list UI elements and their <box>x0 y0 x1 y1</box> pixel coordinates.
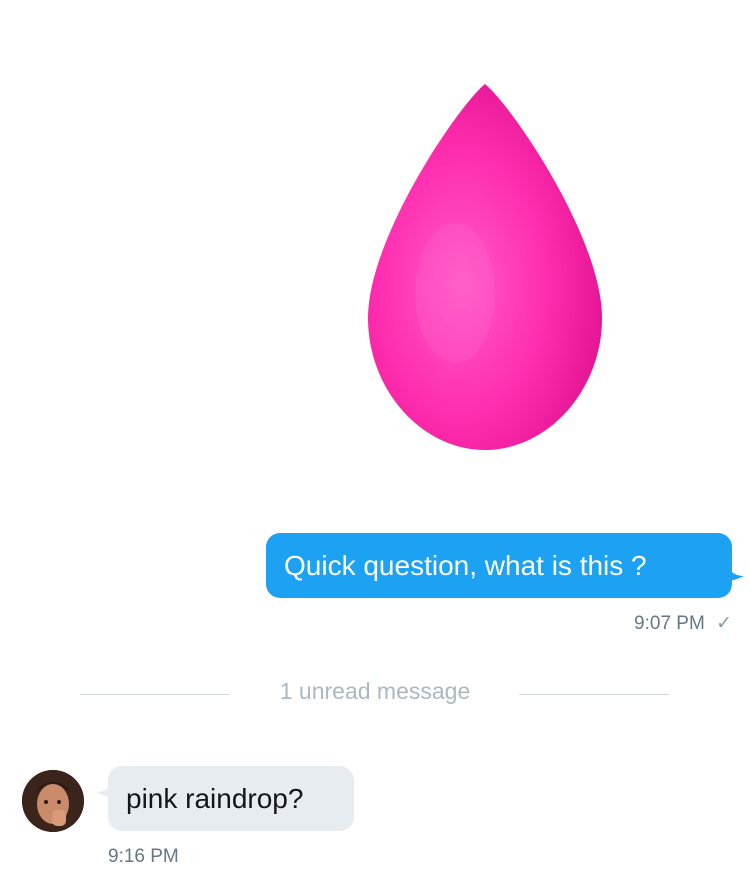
sent-bubble-tail <box>726 562 744 581</box>
received-message-text: pink raindrop? <box>126 783 304 814</box>
unread-divider-label: 1 unread message <box>279 678 471 704</box>
sent-message-bubble[interactable]: Quick question, what is this ? <box>266 533 732 598</box>
sent-message-time: 9:07 PM <box>634 613 705 634</box>
received-message-bubble[interactable]: pink raindrop? <box>108 766 354 831</box>
received-message-time: 9:16 PM <box>108 846 179 867</box>
sent-message-text: Quick question, what is this ? <box>284 550 647 581</box>
avatar-image <box>22 770 84 832</box>
sent-message-meta: 9:07 PM ✓ <box>634 611 732 637</box>
check-icon: ✓ <box>716 613 732 634</box>
pink-sponge-image <box>368 84 602 450</box>
image-message[interactable] <box>360 78 610 458</box>
avatar[interactable] <box>22 770 84 832</box>
unread-divider-line-right <box>519 694 669 695</box>
